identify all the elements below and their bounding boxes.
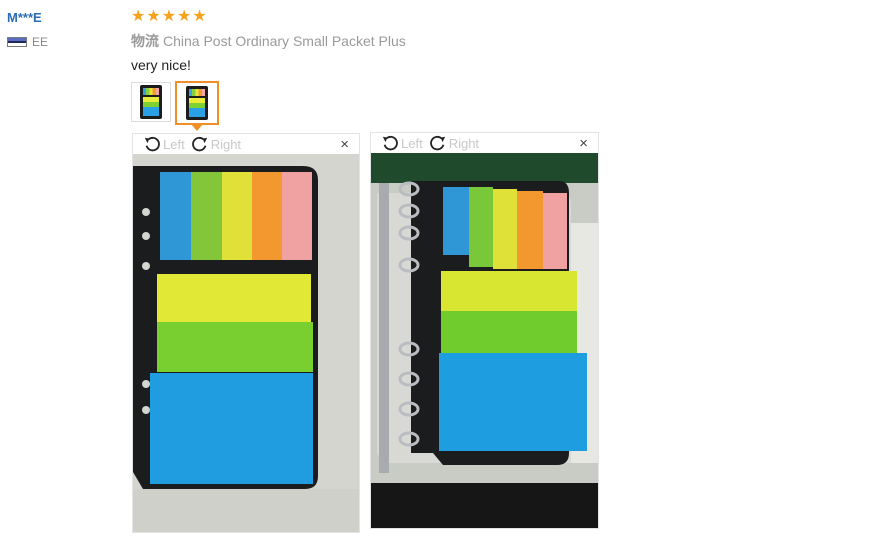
review-thumbnail-1[interactable] — [131, 82, 171, 122]
country-code: EE — [32, 35, 49, 49]
star-icon: ★ — [177, 8, 192, 25]
rotate-left-button[interactable]: Left — [143, 135, 185, 153]
reviewer-country: EE — [7, 35, 48, 49]
logistics-label: 物流 — [131, 33, 159, 49]
rotate-right-button[interactable]: Right — [429, 134, 479, 152]
rotate-left-icon — [144, 136, 160, 152]
rotate-left-label: Left — [163, 136, 185, 152]
reviewer-info: M***E — [7, 9, 42, 27]
rotate-right-label: Right — [210, 136, 242, 152]
review-photo-1 — [133, 154, 359, 532]
star-icon: ★ — [192, 8, 207, 25]
review-photo-2 — [371, 153, 598, 528]
star-icon: ★ — [161, 8, 177, 25]
thumbnail-image — [186, 86, 208, 120]
close-icon[interactable]: × — [340, 137, 349, 152]
rotate-right-icon — [191, 136, 207, 152]
logistics-value: China Post Ordinary Small Packet Plus — [163, 33, 406, 49]
reviewer-name[interactable]: M***E — [7, 10, 42, 25]
review-text: very nice! — [131, 57, 191, 73]
close-icon[interactable]: × — [579, 136, 588, 151]
viewer-toolbar: Left Right × — [133, 134, 359, 154]
review-thumbnail-2[interactable] — [175, 81, 219, 125]
review-thumbnails — [131, 81, 219, 125]
star-icon: ★ — [131, 8, 146, 25]
thumbnail-image — [140, 85, 162, 119]
star-icon: ★ — [146, 8, 161, 25]
rotate-right-label: Right — [448, 135, 480, 151]
logistics-info: 物流 China Post Ordinary Small Packet Plus — [131, 31, 406, 51]
rotate-left-icon — [382, 135, 398, 151]
rotate-left-label: Left — [401, 135, 423, 151]
viewer-toolbar: Left Right × — [371, 133, 598, 153]
rotate-right-icon — [429, 135, 445, 151]
estonia-flag-icon — [7, 37, 27, 47]
image-viewer-1: Left Right × — [132, 133, 360, 533]
rotate-left-button[interactable]: Left — [381, 134, 423, 152]
image-viewer-2: Left Right × — [370, 132, 599, 529]
star-rating: ★ ★ ★ ★ ★ — [131, 8, 207, 26]
rotate-right-button[interactable]: Right — [191, 135, 241, 153]
